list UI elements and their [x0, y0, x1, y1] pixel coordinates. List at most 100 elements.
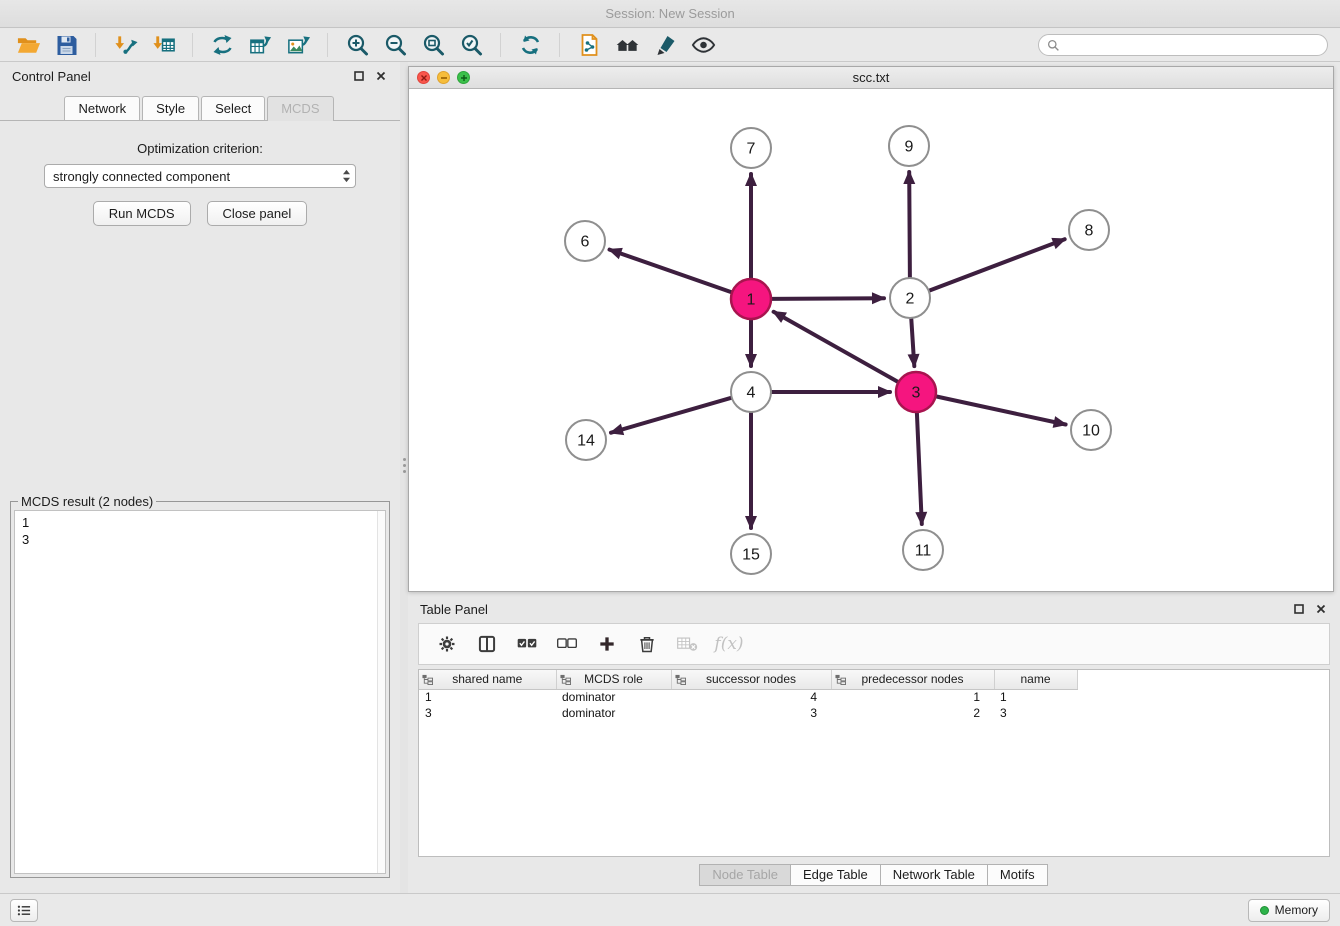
- column-header-mcds-role[interactable]: MCDS role: [556, 670, 671, 689]
- tab-network[interactable]: Network: [64, 96, 140, 120]
- cell-shared-name[interactable]: 1: [419, 689, 556, 705]
- graph-edge-1-2[interactable]: [772, 298, 884, 299]
- style-brush-button[interactable]: [649, 31, 681, 59]
- show-hide-view-button[interactable]: [687, 31, 719, 59]
- table-row-1[interactable]: 1 dominator 4 1 1: [419, 689, 1077, 705]
- graph-edge-2-8[interactable]: [930, 239, 1065, 290]
- select-all-button[interactable]: [509, 627, 545, 661]
- graph-node-label-2: 2: [906, 291, 915, 308]
- refresh-button[interactable]: [514, 31, 546, 59]
- table-tabs: Node Table Edge Table Network Table Moti…: [408, 864, 1340, 886]
- export-network-button[interactable]: [206, 31, 238, 59]
- tab-edge-table[interactable]: Edge Table: [790, 864, 881, 886]
- graph-edge-1-6[interactable]: [610, 250, 732, 293]
- panel-splitter[interactable]: [400, 62, 408, 893]
- network-graph[interactable]: 7968124314101511: [409, 89, 1333, 591]
- tab-select[interactable]: Select: [201, 96, 265, 120]
- memory-button[interactable]: Memory: [1248, 899, 1330, 922]
- graph-node-label-1: 1: [747, 292, 756, 309]
- result-line: 3: [22, 531, 385, 548]
- search-icon: [1047, 39, 1060, 52]
- graph-edge-3-10[interactable]: [937, 397, 1066, 425]
- toolbar-separator: [559, 33, 560, 57]
- zoom-in-button[interactable]: [341, 31, 373, 59]
- close-panel-action-button[interactable]: Close panel: [207, 201, 308, 226]
- cell-predecessor-nodes[interactable]: 1: [831, 689, 994, 705]
- function-builder-button[interactable]: f(x): [709, 627, 745, 661]
- import-table-button[interactable]: [147, 31, 179, 59]
- graph-edge-3-1[interactable]: [774, 312, 898, 382]
- cell-name[interactable]: 1: [994, 689, 1077, 705]
- duplicate-network-button[interactable]: [573, 31, 605, 59]
- apps-home-button[interactable]: [611, 31, 643, 59]
- run-mcds-button[interactable]: Run MCDS: [93, 201, 191, 226]
- graph-edge-4-14[interactable]: [611, 398, 731, 433]
- column-tree-icon: [422, 674, 433, 688]
- tab-network-table[interactable]: Network Table: [880, 864, 988, 886]
- cell-mcds-role[interactable]: dominator: [556, 705, 671, 721]
- close-window-button[interactable]: [417, 71, 430, 84]
- criterion-dropdown-value: strongly connected component: [53, 169, 230, 184]
- network-window-titlebar[interactable]: scc.txt: [409, 67, 1333, 89]
- close-panel-button[interactable]: [374, 69, 388, 83]
- save-session-button[interactable]: [50, 31, 82, 59]
- column-tree-icon: [835, 674, 846, 688]
- toolbar-separator: [500, 33, 501, 57]
- show-columns-button[interactable]: [469, 627, 505, 661]
- column-header-name[interactable]: name: [994, 670, 1077, 689]
- import-table-icon: [151, 33, 176, 57]
- float-table-panel-button[interactable]: [1292, 602, 1306, 616]
- zoom-selected-button[interactable]: [455, 31, 487, 59]
- column-tree-icon: [560, 674, 571, 688]
- minimize-window-button[interactable]: [437, 71, 450, 84]
- close-icon: [376, 71, 386, 81]
- result-line: 1: [22, 514, 385, 531]
- deselect-all-button[interactable]: [549, 627, 585, 661]
- delete-table-button[interactable]: [669, 627, 705, 661]
- delete-column-button[interactable]: [629, 627, 665, 661]
- task-history-button[interactable]: [10, 899, 38, 922]
- cell-shared-name[interactable]: 3: [419, 705, 556, 721]
- column-header-successor-nodes[interactable]: successor nodes: [671, 670, 831, 689]
- network-canvas[interactable]: 7968124314101511: [409, 89, 1333, 591]
- export-table-icon: [248, 33, 273, 57]
- zoom-fit-button[interactable]: [417, 31, 449, 59]
- tab-node-table[interactable]: Node Table: [699, 864, 791, 886]
- cell-successor-nodes[interactable]: 3: [671, 705, 831, 721]
- cell-mcds-role[interactable]: dominator: [556, 689, 671, 705]
- tab-mcds[interactable]: MCDS: [267, 96, 333, 121]
- search-field[interactable]: [1038, 34, 1328, 56]
- mcds-result-list[interactable]: 1 3: [14, 510, 386, 874]
- result-scrollbar[interactable]: [377, 511, 385, 873]
- graph-edge-2-3[interactable]: [911, 319, 914, 366]
- memory-label: Memory: [1275, 903, 1318, 917]
- table-settings-button[interactable]: [429, 627, 465, 661]
- checked-boxes-icon: [516, 634, 538, 654]
- criterion-dropdown[interactable]: strongly connected component: [44, 164, 356, 188]
- open-session-button[interactable]: [12, 31, 44, 59]
- tab-style[interactable]: Style: [142, 96, 199, 120]
- column-header-predecessor-nodes[interactable]: predecessor nodes: [831, 670, 994, 689]
- table-header-row: shared name MCDS role successor nodes pr…: [419, 670, 1077, 689]
- zoom-out-button[interactable]: [379, 31, 411, 59]
- cell-predecessor-nodes[interactable]: 2: [831, 705, 994, 721]
- cell-successor-nodes[interactable]: 4: [671, 689, 831, 705]
- graph-edge-3-11[interactable]: [917, 413, 922, 524]
- plus-icon: [596, 634, 618, 654]
- columns-icon: [476, 634, 498, 654]
- search-input[interactable]: [1065, 38, 1319, 52]
- cell-name[interactable]: 3: [994, 705, 1077, 721]
- export-image-button[interactable]: [282, 31, 314, 59]
- graph-edge-2-9[interactable]: [909, 172, 910, 277]
- tab-motifs[interactable]: Motifs: [987, 864, 1048, 886]
- add-column-button[interactable]: [589, 627, 625, 661]
- close-table-panel-button[interactable]: [1314, 602, 1328, 616]
- table-row-2[interactable]: 3 dominator 3 2 3: [419, 705, 1077, 721]
- export-table-button[interactable]: [244, 31, 276, 59]
- column-header-shared-name[interactable]: shared name: [419, 670, 556, 689]
- maximize-window-button[interactable]: [457, 71, 470, 84]
- float-panel-button[interactable]: [352, 69, 366, 83]
- import-network-button[interactable]: [109, 31, 141, 59]
- close-icon: [420, 74, 428, 82]
- control-panel: Control Panel Network Style Select MCDS …: [0, 62, 400, 893]
